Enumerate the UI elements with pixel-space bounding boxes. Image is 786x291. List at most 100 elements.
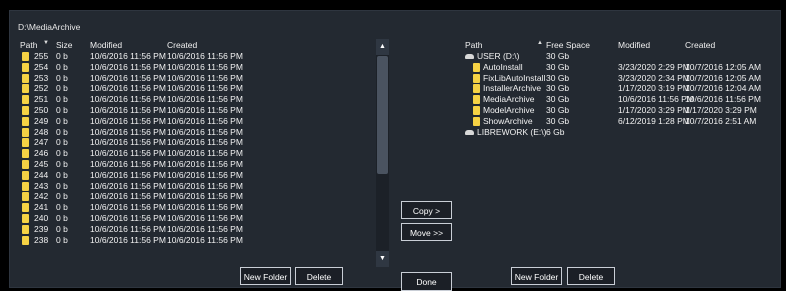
drive-icon <box>465 129 474 135</box>
table-row[interactable]: 248 0 b 10/6/2016 11:56 PM 10/6/2016 11:56 … <box>18 127 376 138</box>
move-button[interactable]: Move >> <box>401 223 452 241</box>
row-modified: 10/6/2016 11:56 PM <box>90 137 166 148</box>
row-created: 10/6/2016 11:56 PM <box>167 158 243 169</box>
row-size: 0 b <box>56 72 68 83</box>
column-header-size[interactable]: Size <box>56 40 73 50</box>
left-new-folder-button[interactable]: New Folder <box>240 267 291 285</box>
row-size: 0 b <box>56 126 68 137</box>
table-row[interactable]: FixLibAutoInstall 30 Gb 3/23/2020 2:34 PM 1… <box>462 73 774 84</box>
row-modified: 10/6/2016 11:56 PM <box>90 234 166 245</box>
table-row[interactable]: 246 0 b 10/6/2016 11:56 PM 10/6/2016 11:56 … <box>18 148 376 159</box>
row-created: 10/6/2016 11:56 PM <box>167 104 243 115</box>
folder-icon <box>22 84 29 94</box>
row-modified: 1/17/2020 3:19 PM <box>618 83 690 94</box>
table-row[interactable]: LIBREWORK (E:\) 6 Gb <box>462 127 774 138</box>
row-created: 10/7/2016 12:05 AM <box>685 72 762 83</box>
row-modified: 10/6/2016 11:56 PM <box>90 169 166 180</box>
table-row[interactable]: 244 0 b 10/6/2016 11:56 PM 10/6/2016 11:56 … <box>18 170 376 181</box>
row-name: InstallerArchive <box>483 83 542 94</box>
row-size: 0 b <box>56 51 68 61</box>
folder-icon <box>473 62 480 72</box>
row-created: 10/6/2016 11:56 PM <box>685 94 761 105</box>
column-header-modified[interactable]: Modified <box>618 40 650 50</box>
table-row[interactable]: 254 0 b 10/6/2016 11:56 PM 10/6/2016 11:56 … <box>18 62 376 73</box>
table-row[interactable]: 249 0 b 10/6/2016 11:56 PM 10/6/2016 11:56 … <box>18 116 376 127</box>
copy-button[interactable]: Copy > <box>401 201 452 219</box>
table-row[interactable]: 253 0 b 10/6/2016 11:56 PM 10/6/2016 11:56 … <box>18 73 376 84</box>
row-free-space: 30 Gb <box>546 51 570 61</box>
row-free-space: 30 Gb <box>546 83 570 94</box>
row-modified: 10/6/2016 11:56 PM <box>90 191 166 202</box>
column-header-path[interactable]: Path <box>465 40 483 50</box>
column-header-path[interactable]: Path <box>20 40 38 50</box>
left-list-header: Path ▼ Size Modified Created <box>18 39 376 51</box>
row-name: 244 <box>34 169 49 180</box>
table-row[interactable]: USER (D:\) 30 Gb <box>462 51 774 62</box>
row-name: USER (D:\) <box>477 51 520 61</box>
table-row[interactable]: 240 0 b 10/6/2016 11:56 PM 10/6/2016 11:56 … <box>18 213 376 224</box>
folder-icon <box>22 224 29 234</box>
column-header-free-space[interactable]: Free Space <box>546 40 590 50</box>
right-new-folder-button[interactable]: New Folder <box>511 267 562 285</box>
row-created: 10/6/2016 11:56 PM <box>167 202 243 213</box>
row-created: 10/6/2016 11:56 PM <box>167 223 243 234</box>
table-row[interactable]: 243 0 b 10/6/2016 11:56 PM 10/6/2016 11:56 … <box>18 181 376 192</box>
scroll-thumb[interactable] <box>377 56 388 174</box>
right-delete-button[interactable]: Delete <box>567 267 615 285</box>
row-modified: 10/6/2016 11:56 PM <box>90 148 166 159</box>
row-name: ShowArchive <box>483 115 533 126</box>
table-row[interactable]: 255 0 b 10/6/2016 11:56 PM 10/6/2016 11:56 … <box>18 51 376 62</box>
row-size: 0 b <box>56 94 68 105</box>
row-size: 0 b <box>56 223 68 234</box>
row-created: 10/6/2016 11:56 PM <box>167 94 243 105</box>
table-row[interactable]: 250 0 b 10/6/2016 11:56 PM 10/6/2016 11:56 … <box>18 105 376 116</box>
row-name: 254 <box>34 61 49 72</box>
row-name: AutoInstall <box>483 61 523 72</box>
done-button[interactable]: Done <box>401 272 452 291</box>
table-row[interactable]: 238 0 b 10/6/2016 11:56 PM 10/6/2016 11:56 … <box>18 235 376 246</box>
row-created: 10/6/2016 11:56 PM <box>167 169 243 180</box>
left-scrollbar[interactable]: ▲ ▼ <box>376 39 389 267</box>
row-modified: 10/6/2016 11:56 PM <box>90 51 166 61</box>
table-row[interactable]: 241 0 b 10/6/2016 11:56 PM 10/6/2016 11:56 … <box>18 202 376 213</box>
sort-ascending-icon: ▲ <box>537 40 543 46</box>
row-created: 10/6/2016 11:56 PM <box>167 115 243 126</box>
table-row[interactable]: AutoInstall 30 Gb 3/23/2020 2:29 PM 10/7/20… <box>462 62 774 73</box>
table-row[interactable]: ShowArchive 30 Gb 6/12/2019 1:28 PM 10/7/20… <box>462 116 774 127</box>
row-modified: 10/6/2016 11:56 PM <box>90 72 166 83</box>
scroll-down-icon[interactable]: ▼ <box>376 251 389 267</box>
row-name: 242 <box>34 191 49 202</box>
row-size: 0 b <box>56 115 68 126</box>
column-header-created[interactable]: Created <box>685 40 715 50</box>
folder-icon <box>22 170 29 180</box>
table-row[interactable]: 242 0 b 10/6/2016 11:56 PM 10/6/2016 11:56 … <box>18 191 376 202</box>
scroll-up-icon[interactable]: ▲ <box>376 39 389 55</box>
row-name: 255 <box>34 51 49 61</box>
row-size: 0 b <box>56 180 68 191</box>
row-name: 253 <box>34 72 49 83</box>
row-name: 245 <box>34 158 49 169</box>
table-row[interactable]: 239 0 b 10/6/2016 11:56 PM 10/6/2016 11:56 … <box>18 224 376 235</box>
folder-icon <box>22 149 29 159</box>
row-created: 10/7/2016 12:05 AM <box>685 61 762 72</box>
table-row[interactable]: 245 0 b 10/6/2016 11:56 PM 10/6/2016 11:56 … <box>18 159 376 170</box>
column-header-modified[interactable]: Modified <box>90 40 122 50</box>
left-rows: 255 0 b 10/6/2016 11:56 PM 10/6/2016 11:56 … <box>18 51 376 245</box>
row-modified: 10/6/2016 11:56 PM <box>90 212 166 223</box>
folder-icon <box>473 105 480 115</box>
table-row[interactable]: 247 0 b 10/6/2016 11:56 PM 10/6/2016 11:56 … <box>18 137 376 148</box>
left-delete-button[interactable]: Delete <box>295 267 343 285</box>
table-row[interactable]: MediaArchive 30 Gb 10/6/2016 11:56 PM 10/6/… <box>462 94 774 105</box>
table-row[interactable]: 252 0 b 10/6/2016 11:56 PM 10/6/2016 11:56 … <box>18 83 376 94</box>
folder-icon <box>22 213 29 223</box>
table-row[interactable]: 251 0 b 10/6/2016 11:56 PM 10/6/2016 11:56 … <box>18 94 376 105</box>
folder-icon <box>22 52 29 61</box>
row-modified: 3/23/2020 2:29 PM <box>618 61 690 72</box>
row-created: 10/6/2016 11:56 PM <box>167 191 243 202</box>
folder-icon <box>473 84 480 94</box>
table-row[interactable]: ModelArchive 30 Gb 1/17/2020 3:29 PM 1/17/2… <box>462 105 774 116</box>
row-free-space: 30 Gb <box>546 115 570 126</box>
row-created: 10/6/2016 11:56 PM <box>167 51 243 61</box>
column-header-created[interactable]: Created <box>167 40 197 50</box>
table-row[interactable]: InstallerArchive 30 Gb 1/17/2020 3:19 PM 10… <box>462 83 774 94</box>
